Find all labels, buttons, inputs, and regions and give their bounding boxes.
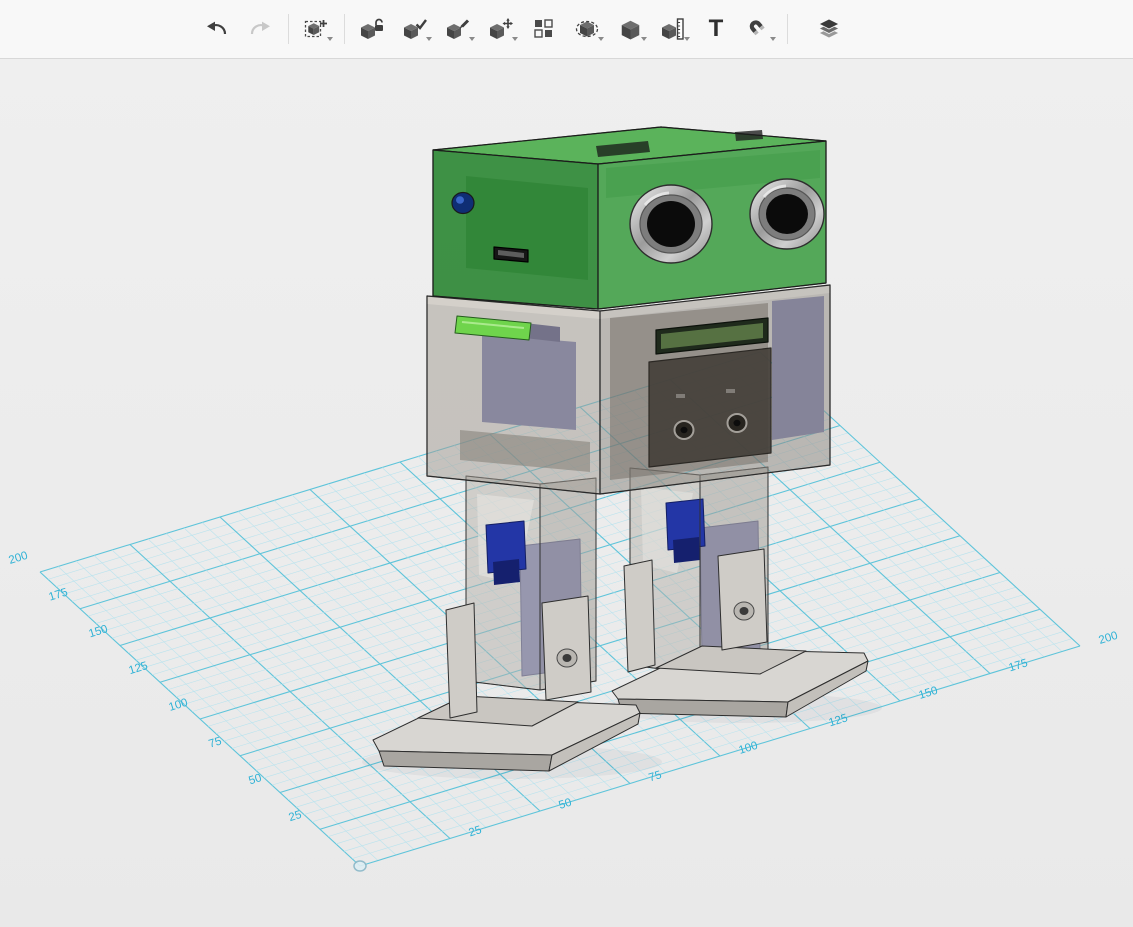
robot-head bbox=[433, 127, 826, 309]
grid-tick-label: 125 bbox=[127, 660, 149, 677]
cube-lasso-button[interactable] bbox=[570, 10, 604, 48]
grid-tick-label: 175 bbox=[1007, 657, 1029, 674]
cube-pencil-icon bbox=[446, 18, 470, 40]
cube-move-icon bbox=[489, 18, 513, 40]
cube-check-icon bbox=[403, 18, 427, 40]
grid-tick-label: 100 bbox=[737, 740, 759, 757]
magnet-tool-button[interactable] bbox=[742, 10, 776, 48]
cube-pencil-button[interactable] bbox=[441, 10, 475, 48]
solid-cube-button[interactable] bbox=[613, 10, 647, 48]
undo-icon bbox=[205, 18, 229, 40]
robot-usb-port bbox=[494, 247, 528, 262]
insert-object-icon bbox=[304, 18, 328, 40]
viewport-canvas[interactable]: 2001751501251007550252550751001251501752… bbox=[0, 59, 1133, 927]
robot-camera-lens bbox=[452, 193, 474, 214]
grid-tick-label: 100 bbox=[167, 697, 189, 714]
magnet-tool-icon bbox=[747, 18, 771, 40]
grid-origin-marker bbox=[354, 861, 366, 871]
cube-lasso-icon bbox=[575, 18, 599, 40]
cube-measure-icon bbox=[661, 18, 685, 40]
text-tool-icon: T bbox=[709, 17, 724, 41]
toolbar-separator bbox=[344, 14, 345, 44]
robot-body bbox=[427, 285, 830, 494]
robot-eye-left bbox=[630, 185, 712, 263]
cube-unlock-button[interactable] bbox=[355, 10, 389, 48]
insert-object-button[interactable] bbox=[299, 10, 333, 48]
grid-tick-label: 50 bbox=[557, 797, 573, 812]
robot-foot-right bbox=[612, 549, 868, 717]
cube-check-button[interactable] bbox=[398, 10, 432, 48]
redo-icon bbox=[248, 18, 272, 40]
layers-button[interactable] bbox=[812, 10, 846, 48]
toolbar: T bbox=[0, 0, 1133, 59]
redo-button[interactable] bbox=[243, 10, 277, 48]
cube-unlock-icon bbox=[360, 18, 384, 40]
grid-tick-label: 150 bbox=[917, 685, 939, 702]
grid-tick-label: 25 bbox=[467, 824, 483, 839]
grid-tick-label: 200 bbox=[1097, 630, 1119, 647]
toolbar-separator bbox=[787, 14, 788, 44]
multi-cube-icon bbox=[532, 18, 556, 40]
cube-move-button[interactable] bbox=[484, 10, 518, 48]
robot-button-panel bbox=[649, 348, 771, 467]
toolbar-separator bbox=[288, 14, 289, 44]
multi-cube-button[interactable] bbox=[527, 10, 561, 48]
viewport[interactable]: 2001751501251007550252550751001251501752… bbox=[0, 59, 1133, 927]
undo-button[interactable] bbox=[200, 10, 234, 48]
robot-eye-right bbox=[750, 179, 824, 249]
grid-tick-label: 200 bbox=[7, 550, 29, 567]
robot-model[interactable] bbox=[362, 127, 882, 779]
text-tool-button[interactable]: T bbox=[699, 10, 733, 48]
solid-cube-icon bbox=[618, 18, 642, 40]
grid-tick-label: 150 bbox=[87, 623, 109, 640]
grid-tick-label: 75 bbox=[647, 769, 663, 784]
layers-icon bbox=[817, 17, 841, 41]
cube-measure-button[interactable] bbox=[656, 10, 690, 48]
grid-tick-label: 175 bbox=[47, 587, 69, 604]
